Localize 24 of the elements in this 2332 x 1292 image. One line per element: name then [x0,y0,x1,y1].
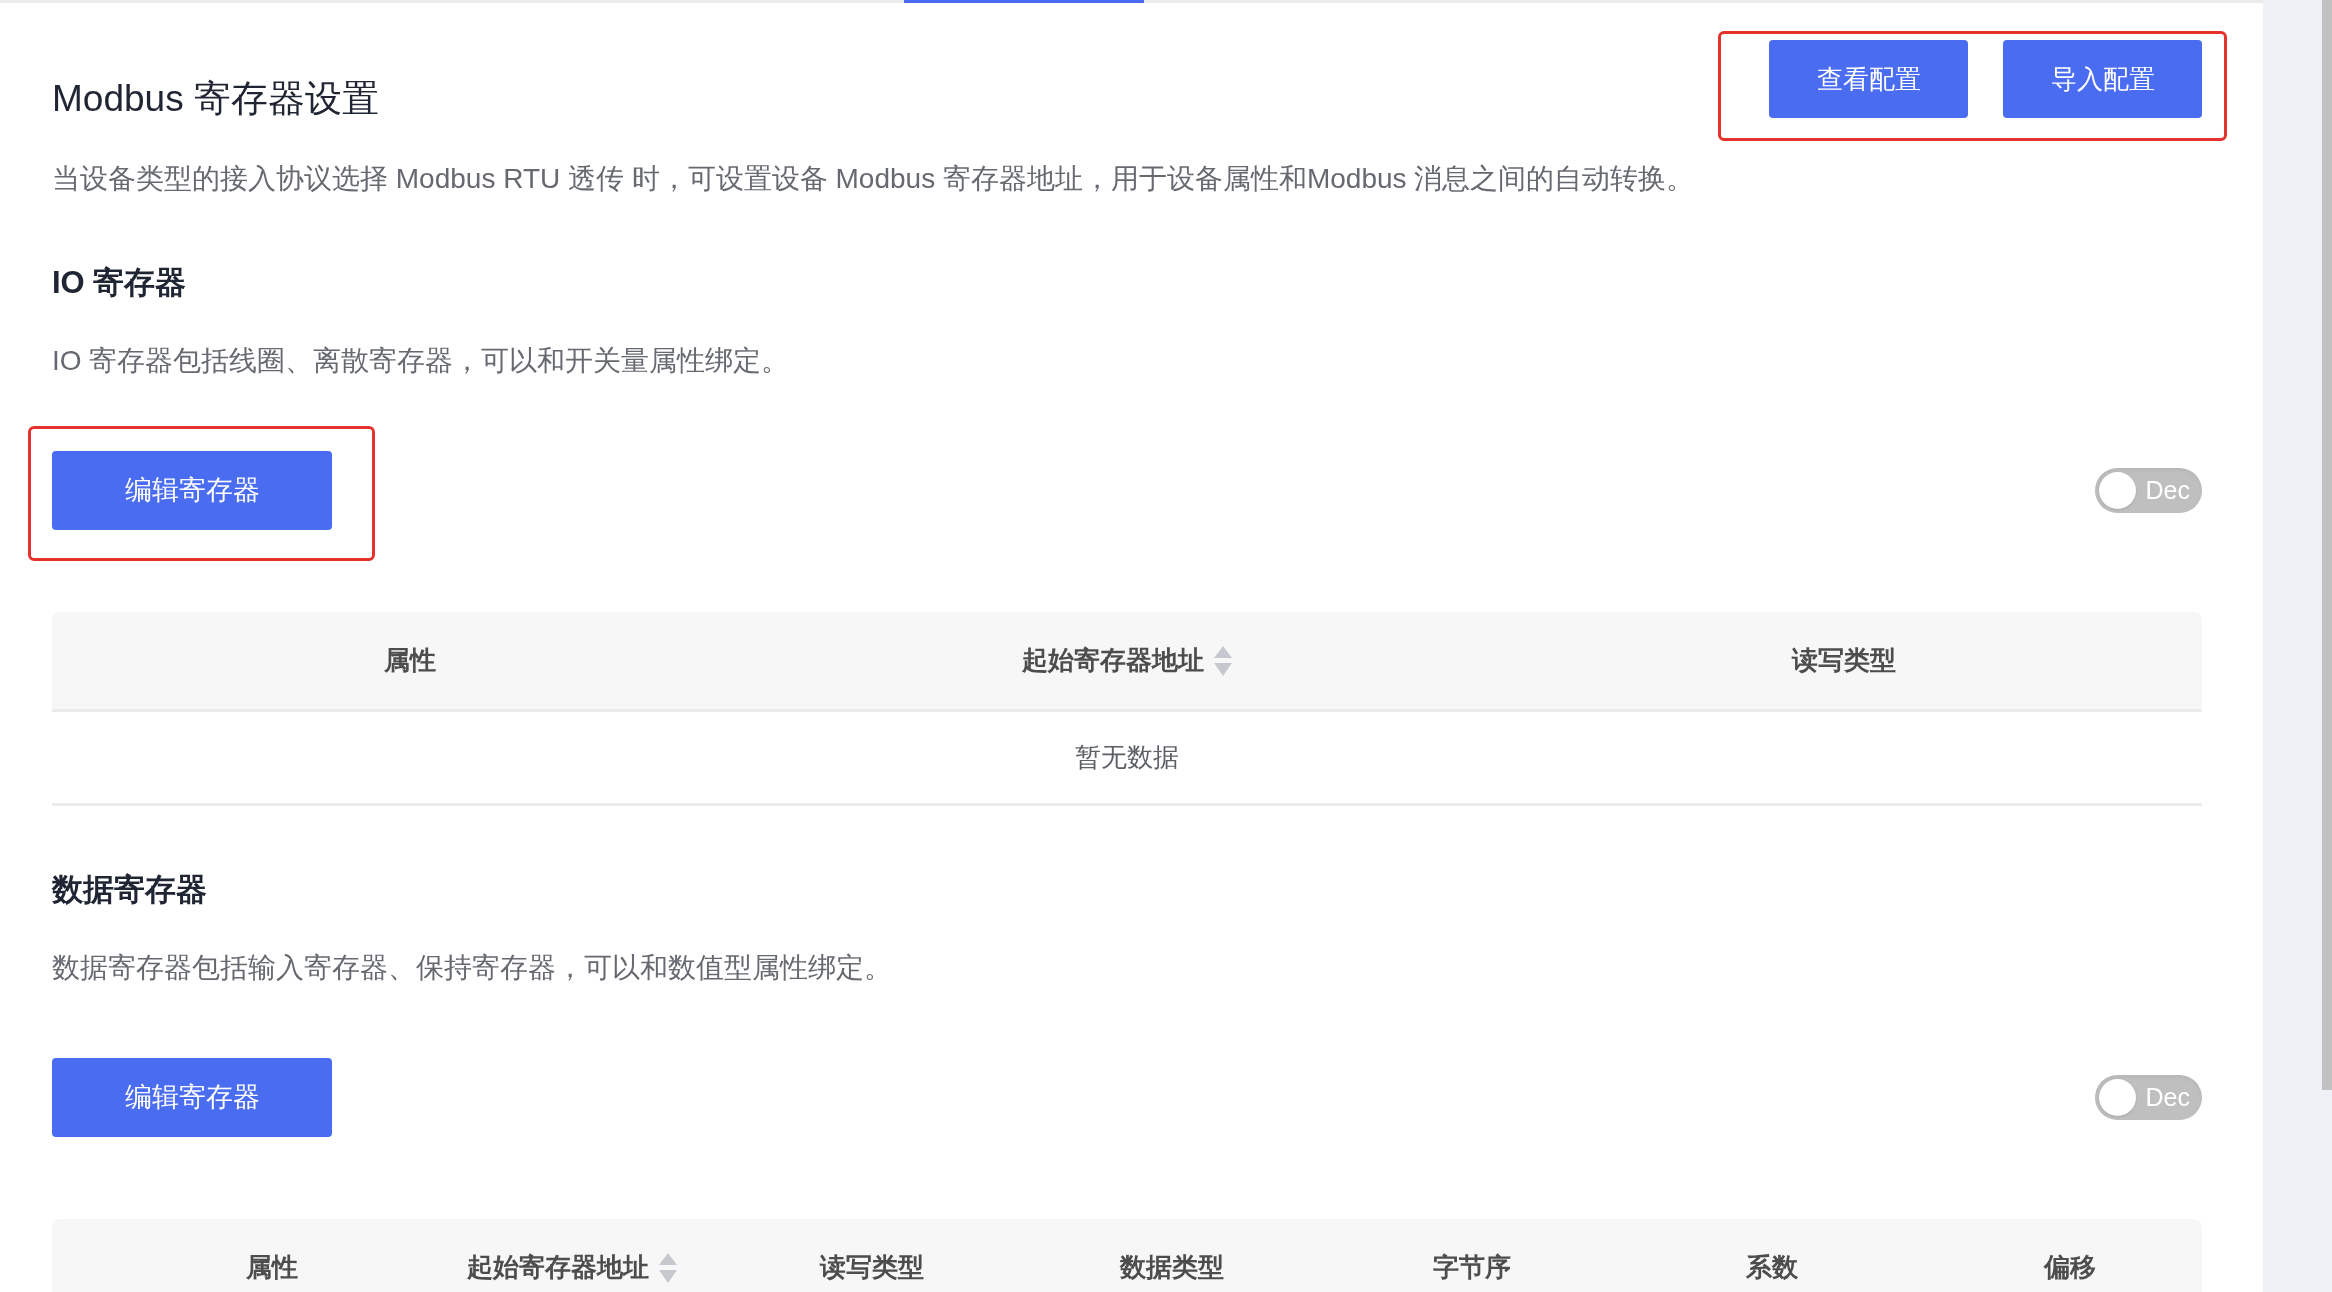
column-header: 读写类型 [820,1251,924,1284]
column-header: 数据类型 [1120,1251,1224,1284]
action-button[interactable]: 查看配置 [1769,40,1968,118]
column-header: 读写类型 [1791,644,1896,677]
empty-table-text: 暂无数据 [1075,741,1179,774]
edit-registers-button[interactable]: 编辑寄存器 [52,451,332,530]
page-title: Modbus 寄存器设置 [52,77,379,121]
column-header: 属性 [246,1251,298,1284]
column-header: 系数 [1746,1251,1798,1284]
column-header[interactable]: 起始寄存器地址 [1022,641,1204,680]
column-header: 字节序 [1433,1251,1511,1284]
column-header: 偏移 [2044,1251,2096,1284]
section-title: 数据寄存器 [52,871,208,909]
section-description: 数据寄存器包括输入寄存器、保持寄存器，可以和数值型属性绑定。 [52,951,893,985]
sort-icon[interactable] [1214,645,1232,676]
sort-icon[interactable] [659,1252,677,1283]
column-header[interactable]: 起始寄存器地址 [467,1248,649,1287]
action-button[interactable]: 导入配置 [2003,40,2202,118]
section-description: IO 寄存器包括线圈、离散寄存器，可以和开关量属性绑定。 [52,344,791,378]
page-description: 当设备类型的接入协议选择 Modbus RTU 透传 时，可设置设备 Modbus 寄存器地址，用于设备属性和Modbus 消息之间的自动转换。 [52,162,1696,196]
scrollbar-thumb[interactable] [2322,0,2332,1090]
edit-registers-button[interactable]: 编辑寄存器 [52,1058,332,1137]
section-title: IO 寄存器 [52,264,188,302]
column-header: 属性 [384,644,437,677]
